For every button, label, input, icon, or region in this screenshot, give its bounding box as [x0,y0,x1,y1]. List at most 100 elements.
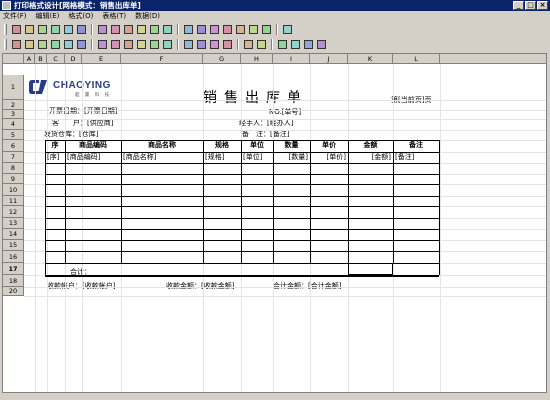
row-header-12[interactable]: 12 [3,206,24,218]
insert-row-button[interactable] [10,38,22,50]
column-header-J[interactable]: J [310,54,348,64]
open-button[interactable] [36,23,48,35]
close-button[interactable]: × [537,1,548,10]
font-bigger-button[interactable] [242,38,254,50]
border-all-button[interactable] [208,38,220,50]
row-header-5[interactable]: 5 [3,130,24,140]
exit-button[interactable] [281,23,293,35]
table-header-cell[interactable]: 备注 [393,141,439,150]
print-button[interactable] [62,23,74,35]
row-header-15[interactable]: 15 [3,240,24,251]
delete-col-button[interactable] [49,38,61,50]
row-header-6[interactable]: 6 [3,140,24,152]
valign-middle-button[interactable] [148,38,160,50]
row-header-3[interactable]: 3 [3,110,24,119]
corner-cell[interactable] [3,54,24,64]
maximize-button[interactable]: □ [525,1,536,10]
cell-color-button[interactable] [289,38,301,50]
menu-table[interactable]: 表格(T) [102,11,126,21]
table-field-cell[interactable]: [单价] [312,153,346,162]
valign-top-button[interactable] [135,38,147,50]
warehouse-field[interactable]: 发货仓库：[仓库] [44,130,98,139]
table-field-cell[interactable]: [规格] [205,153,239,162]
find-button[interactable] [161,23,173,35]
row-header-18[interactable]: 18 [3,275,24,287]
format-painter-button[interactable] [182,23,194,35]
picture-button[interactable] [195,23,207,35]
row-header-10[interactable]: 10 [3,184,24,196]
column-header-A[interactable]: A [24,54,35,64]
column-header-F[interactable]: F [121,54,203,64]
row-header-13[interactable]: 13 [3,218,24,229]
pen-button[interactable] [260,23,272,35]
valign-bottom-button[interactable] [161,38,173,50]
column-header-B[interactable]: B [35,54,47,64]
handler-field[interactable]: 经手人：[经办人] [239,119,293,128]
copy-button[interactable] [135,23,147,35]
selected-cell[interactable] [348,263,393,275]
delete-row-button[interactable] [23,38,35,50]
table-field-cell[interactable]: [商品名称] [123,153,201,162]
table-header-cell[interactable]: 金额 [348,141,393,150]
distribute-button[interactable] [195,38,207,50]
menu-data[interactable]: 数据(D) [135,11,160,21]
border-outer-button[interactable] [221,38,233,50]
table-button[interactable] [234,23,246,35]
column-header-L[interactable]: L [393,54,440,64]
doc-title[interactable]: 销售出库单 [203,87,308,107]
menu-file[interactable]: 文件(F) [3,11,27,21]
table-field-cell[interactable]: [商品编码] [67,153,119,162]
text-color-button[interactable] [276,38,288,50]
font-smaller-button[interactable] [255,38,267,50]
row-header-11[interactable]: 11 [3,196,24,206]
align-center-button[interactable] [109,38,121,50]
column-header-I[interactable]: I [273,54,310,64]
save-as-button[interactable] [23,23,35,35]
row-header-17[interactable]: 17 [3,263,24,275]
column-header-E[interactable]: E [82,54,121,64]
column-header-H[interactable]: H [241,54,273,64]
cut-button[interactable] [122,23,134,35]
row-header-9[interactable]: 9 [3,174,24,184]
row-header-2[interactable]: 2 [3,100,24,110]
merge-button[interactable] [62,38,74,50]
insert-col-button[interactable] [36,38,48,50]
row-header-14[interactable]: 14 [3,229,24,240]
align-left-button[interactable] [96,38,108,50]
date-field[interactable]: 开票日期：[开票日期] [49,107,117,116]
undo-button[interactable] [96,23,108,35]
table-header-cell[interactable]: 商品名称 [121,141,203,150]
column-header-G[interactable]: G [203,54,241,64]
table-field-cell[interactable]: [金额] [350,153,391,162]
eraser-button[interactable] [315,38,327,50]
grid-sheet[interactable]: CHAOYING 超 赢 科 技 销售出库单 第[当前页]页 NO.[单号] 开… [2,53,547,393]
chart-button[interactable] [208,23,220,35]
row-header-8[interactable]: 8 [3,163,24,174]
border-button[interactable] [247,23,259,35]
justify-button[interactable] [182,38,194,50]
fill-color-button[interactable] [302,38,314,50]
export-button[interactable] [75,23,87,35]
redo-button[interactable] [109,23,121,35]
column-header-C[interactable]: C [47,54,65,64]
align-right-button[interactable] [122,38,134,50]
table-header-cell[interactable]: 商品编码 [65,141,121,150]
image-button[interactable] [221,23,233,35]
table-header-cell[interactable]: 单位 [241,141,273,150]
split-button[interactable] [75,38,87,50]
table-field-cell[interactable]: [数量] [275,153,308,162]
table-field-cell[interactable]: [序] [47,153,63,162]
preview-button[interactable] [49,23,61,35]
minimize-button[interactable]: _ [513,1,524,10]
column-header-D[interactable]: D [65,54,82,64]
table-header-cell[interactable]: 序 [45,141,65,150]
row-header-4[interactable]: 4 [3,119,24,130]
table-header-cell[interactable]: 数量 [273,141,310,150]
row-header-16[interactable]: 16 [3,251,24,263]
table-field-cell[interactable]: [备注] [395,153,437,162]
table-header-cell[interactable]: 单价 [310,141,348,150]
remark-field[interactable]: 备 注：[备注] [242,130,289,139]
row-header-1[interactable]: 1 [3,75,24,100]
paste-button[interactable] [148,23,160,35]
menu-format[interactable]: 格式(O) [68,11,93,21]
